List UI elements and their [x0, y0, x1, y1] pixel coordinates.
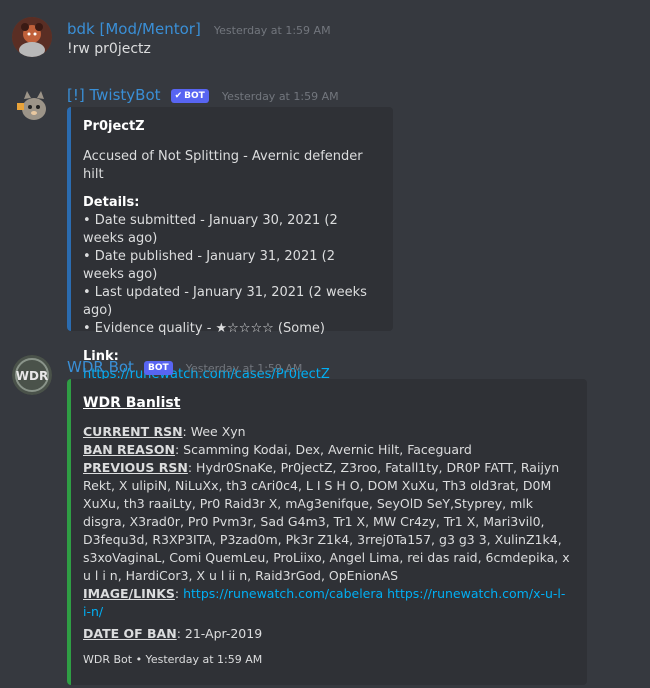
- previous-rsn-label: PREVIOUS RSN: [83, 460, 188, 475]
- ban-reason-label: BAN REASON: [83, 442, 175, 457]
- ban-reason-line: BAN REASON: Scamming Kodai, Dex, Avernic…: [83, 441, 571, 459]
- message-bdk: bdk [Mod/Mentor] Yesterday at 1:59 AM !r…: [0, 0, 650, 80]
- detail-last-updated: • Last updated - January 31, 2021 (2 wee…: [83, 285, 367, 318]
- svg-text:WDR: WDR: [16, 369, 48, 383]
- date-of-ban-label: DATE OF BAN: [83, 626, 177, 641]
- avatar-image-icon: [12, 17, 52, 57]
- image-links-line: IMAGE/LINKS: https://runewatch.com/cabel…: [83, 585, 571, 621]
- date-of-ban-line: DATE OF BAN: 21-Apr-2019: [83, 625, 571, 643]
- current-rsn-label: CURRENT RSN: [83, 424, 183, 439]
- author-name[interactable]: bdk [Mod/Mentor]: [67, 20, 201, 38]
- image-links-label: IMAGE/LINKS: [83, 586, 175, 601]
- bot-badge: BOT: [144, 361, 173, 375]
- bot-avatar[interactable]: [12, 85, 52, 125]
- message-header: WDR Bot BOT Yesterday at 1:59 AM: [67, 357, 302, 376]
- message-text: !rw pr0jectz: [67, 41, 151, 57]
- previous-rsn-value: : Hydr0SnaKe, Pr0jectZ, Z3roo, Fatall1ty…: [83, 460, 570, 583]
- embed-description: Accused of Not Splitting - Avernic defen…: [83, 149, 363, 182]
- user-avatar[interactable]: [12, 17, 52, 57]
- detail-date-published: • Date published - January 31, 2021 (2 w…: [83, 249, 335, 282]
- previous-rsn-line: PREVIOUS RSN: Hydr0SnaKe, Pr0jectZ, Z3ro…: [83, 459, 571, 585]
- message-wdrbot: WDR WDR Bot BOT Yesterday at 1:59 AM WDR…: [0, 350, 650, 688]
- message-header: [!] TwistyBot ✔ BOT Yesterday at 1:59 AM: [67, 85, 339, 104]
- detail-evidence-quality: • Evidence quality - ★☆☆☆☆ (Some): [83, 321, 325, 336]
- runewatch-embed: Pr0jectZ Accused of Not Splitting - Aver…: [67, 107, 393, 382]
- message-twistybot: [!] TwistyBot ✔ BOT Yesterday at 1:59 AM …: [0, 80, 650, 382]
- bot-avatar[interactable]: WDR: [12, 355, 52, 395]
- embed-title: WDR Banlist: [83, 395, 181, 411]
- timestamp[interactable]: Yesterday at 1:59 AM: [186, 362, 303, 375]
- verified-check-icon: ✔: [174, 91, 183, 101]
- embed-footer: WDR Bot • Yesterday at 1:59 AM: [83, 653, 263, 666]
- current-rsn-value: : Wee Xyn: [182, 424, 246, 439]
- timestamp[interactable]: Yesterday at 1:59 AM: [214, 24, 331, 37]
- current-rsn-line: CURRENT RSN: Wee Xyn: [83, 423, 571, 441]
- detail-date-submitted: • Date submitted - January 30, 2021 (2 w…: [83, 213, 338, 246]
- author-name[interactable]: [!] TwistyBot: [67, 86, 161, 104]
- author-name[interactable]: WDR Bot: [67, 358, 134, 376]
- bot-badge-label: BOT: [184, 91, 205, 101]
- image-links-sep: :: [174, 586, 184, 601]
- message-header: bdk [Mod/Mentor] Yesterday at 1:59 AM: [67, 19, 331, 38]
- embed-title: Pr0jectZ: [83, 119, 145, 134]
- date-of-ban-value: : 21-Apr-2019: [176, 626, 263, 641]
- timestamp[interactable]: Yesterday at 1:59 AM: [222, 90, 339, 103]
- cat-avatar-icon: [17, 91, 46, 120]
- bot-badge: ✔ BOT: [170, 89, 209, 103]
- wdr-logo-icon: WDR: [12, 355, 52, 395]
- details-heading: Details:: [83, 195, 140, 210]
- ban-reason-value: : Scamming Kodai, Dex, Avernic Hilt, Fac…: [174, 442, 472, 457]
- embed-body: CURRENT RSN: Wee Xyn BAN REASON: Scammin…: [83, 423, 571, 643]
- wdr-embed: WDR Banlist CURRENT RSN: Wee Xyn BAN REA…: [67, 379, 587, 685]
